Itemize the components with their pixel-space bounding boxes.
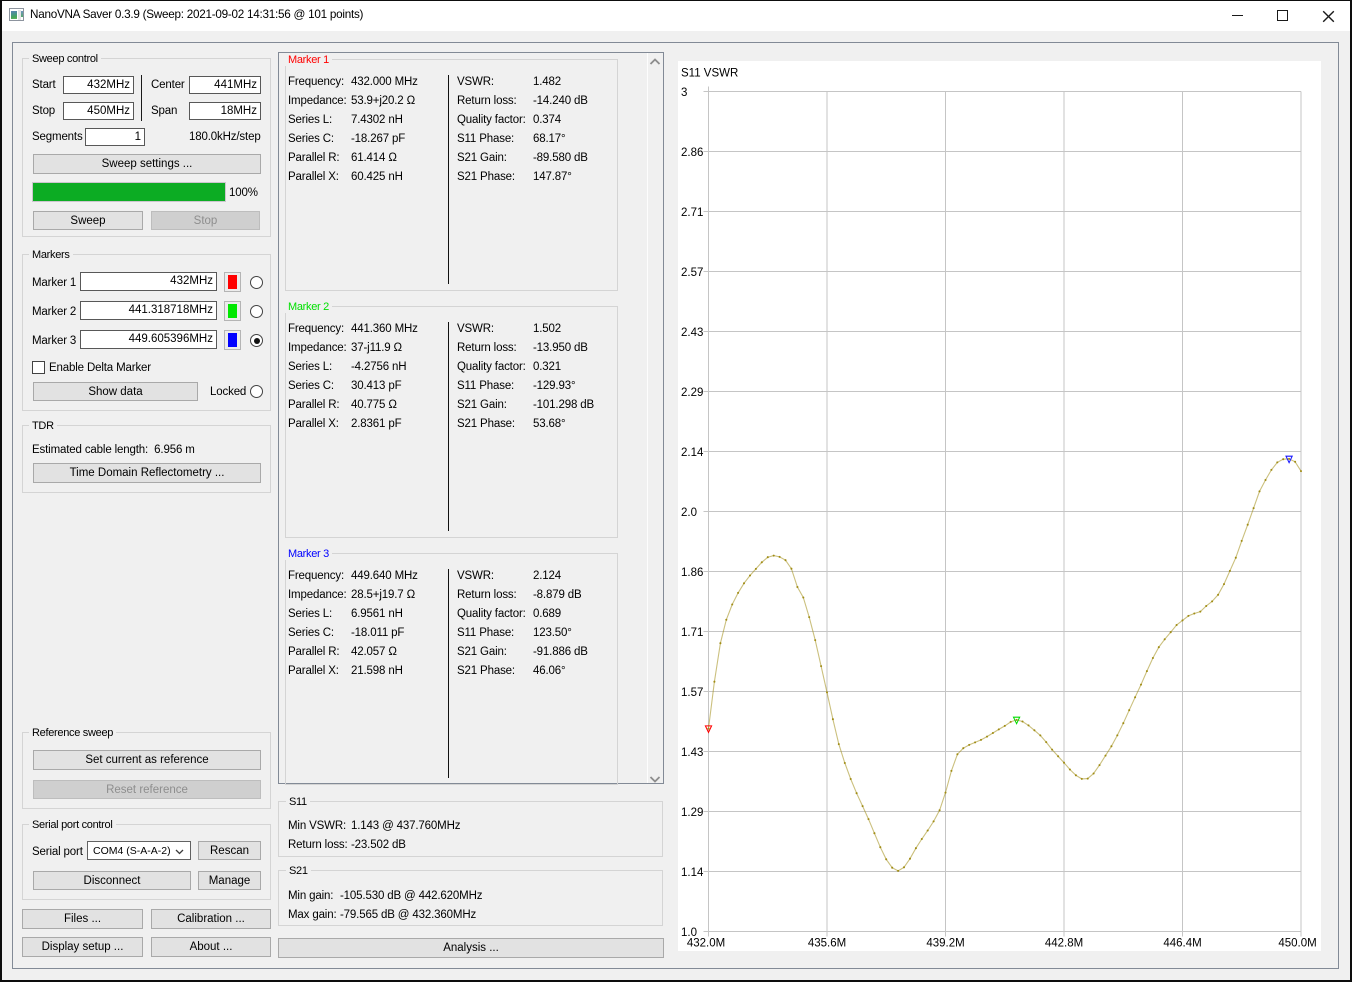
svg-text:2.57: 2.57 (681, 267, 703, 279)
svg-text:432.0M: 432.0M (687, 938, 725, 950)
svg-text:450.0M: 450.0M (1278, 938, 1316, 950)
svg-text:2.43: 2.43 (681, 327, 703, 339)
svg-text:2.0: 2.0 (681, 507, 697, 519)
svg-text:2.71: 2.71 (681, 207, 703, 219)
svg-text:S11 VSWR: S11 VSWR (681, 68, 738, 80)
svg-text:1.43: 1.43 (681, 747, 703, 759)
svg-text:1.29: 1.29 (681, 807, 703, 819)
svg-text:3: 3 (681, 87, 687, 99)
svg-text:2.14: 2.14 (681, 447, 704, 459)
svg-text:1.14: 1.14 (681, 867, 704, 879)
svg-text:1.86: 1.86 (681, 567, 703, 579)
svg-text:435.6M: 435.6M (808, 938, 846, 950)
svg-text:2.29: 2.29 (681, 387, 703, 399)
svg-text:446.4M: 446.4M (1163, 938, 1201, 950)
svg-text:439.2M: 439.2M (926, 938, 964, 950)
svg-text:442.8M: 442.8M (1045, 938, 1083, 950)
svg-text:1.71: 1.71 (681, 627, 703, 639)
svg-text:1.57: 1.57 (681, 687, 703, 699)
svg-text:2.86: 2.86 (681, 147, 703, 159)
